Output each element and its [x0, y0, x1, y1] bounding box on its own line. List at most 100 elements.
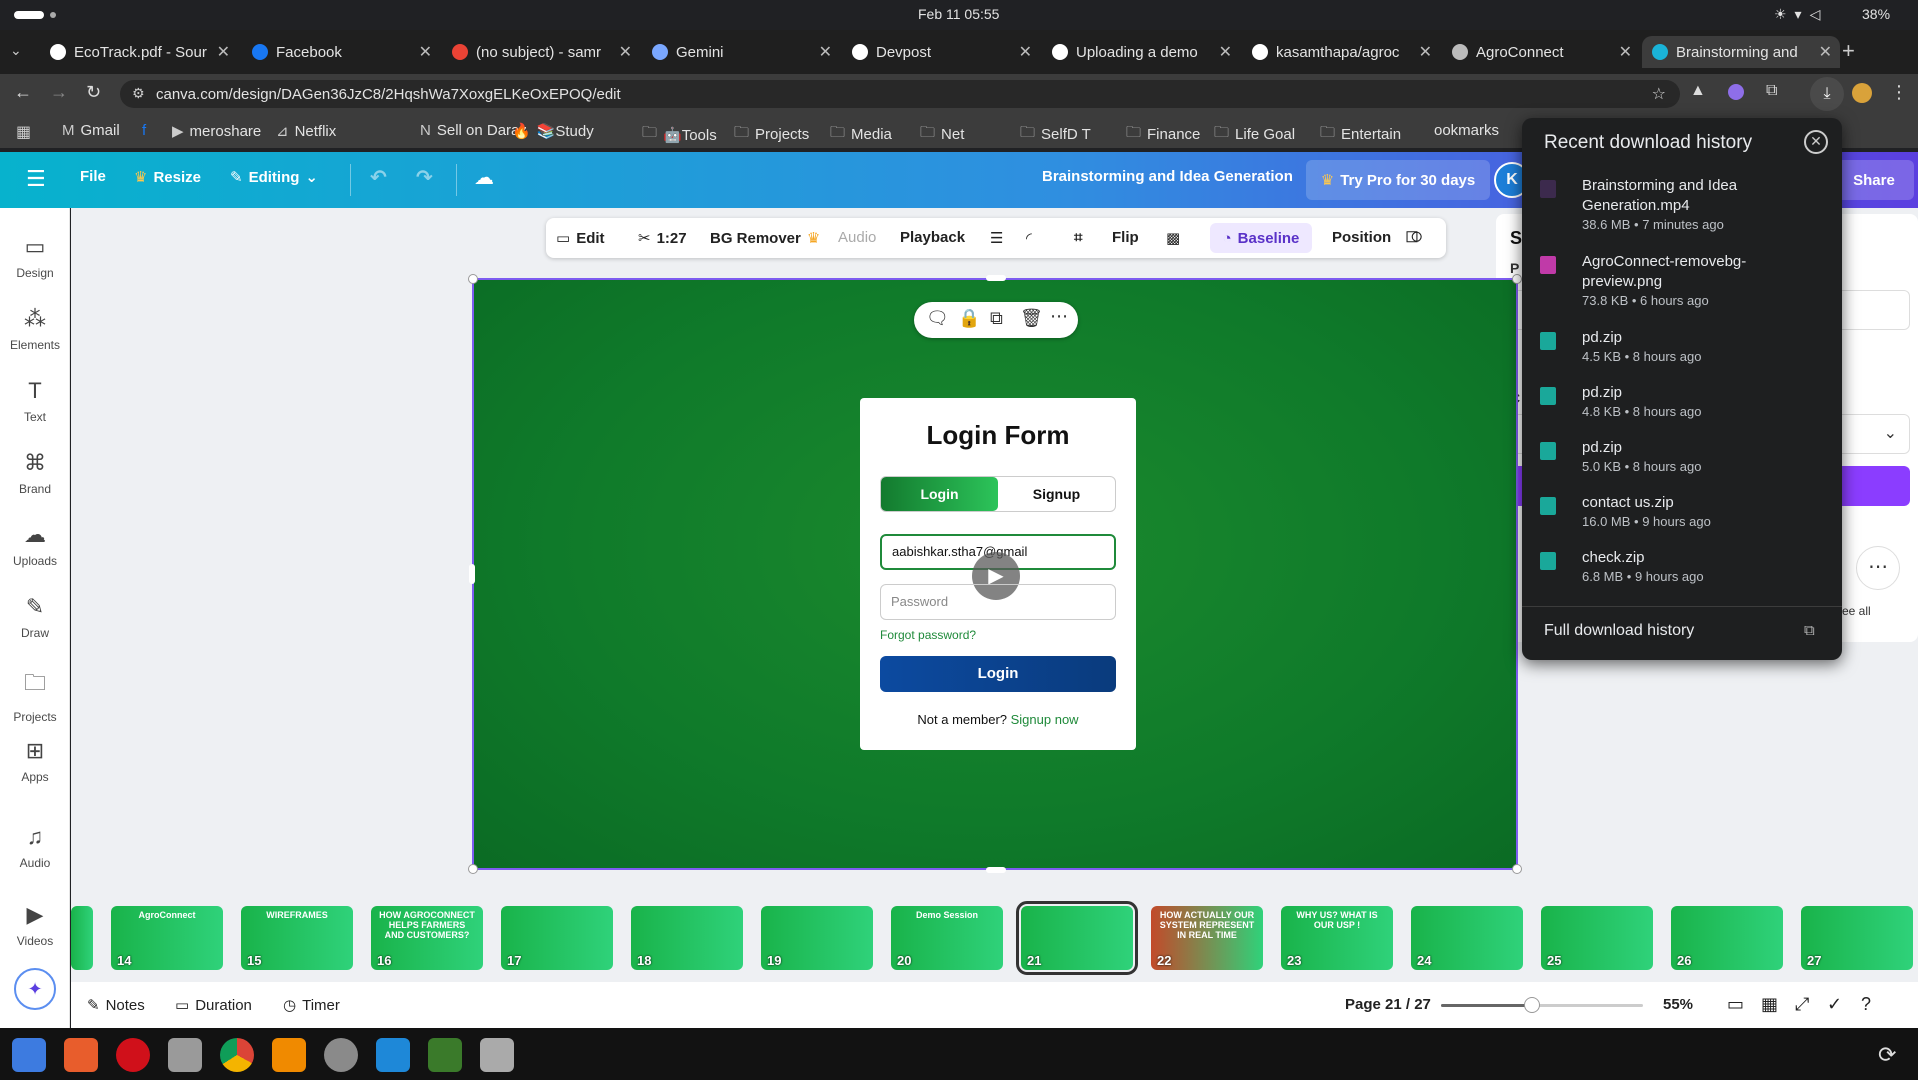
close-icon[interactable]: ✕	[1804, 130, 1828, 154]
download-item[interactable]: pd.zip 4.8 KB • 8 hours ago	[1540, 383, 1820, 421]
forgot-password-link[interactable]: Forgot password?	[880, 628, 976, 642]
facebook-bookmark[interactable]: f	[142, 122, 146, 139]
tab-3[interactable]: Gemini ✕	[642, 36, 840, 68]
profile-avatar[interactable]	[1852, 83, 1872, 103]
cloud-saved-icon[interactable]: ☁	[474, 165, 494, 190]
close-tab-icon[interactable]: ✕	[819, 42, 832, 62]
vscode-icon[interactable]	[376, 1038, 410, 1072]
download-item[interactable]: pd.zip 5.0 KB • 8 hours ago	[1540, 438, 1820, 476]
page-thumbnail[interactable]: WIREFRAMES 15	[241, 906, 353, 970]
page-thumbnail[interactable]: 21	[1016, 901, 1138, 975]
border-style-icon[interactable]: ☰	[990, 229, 1003, 247]
settings-icon[interactable]	[324, 1038, 358, 1072]
more-icon[interactable]: ⋯	[1050, 306, 1068, 327]
url-field[interactable]: ⚙ canva.com/design/DAGen36JzC8/2HqshWa7X…	[120, 80, 1680, 108]
bookmark-item[interactable]: ⊿ Netflix	[276, 122, 336, 141]
sidebar-item-design[interactable]: ▭ Design	[0, 234, 70, 280]
bookmark-item[interactable]: 🗀 SelfD T	[1020, 122, 1091, 147]
chrome-icon[interactable]	[220, 1038, 254, 1072]
file-menu[interactable]: File	[80, 168, 106, 185]
page-thumbnail[interactable]: 26	[1671, 906, 1783, 970]
comment-add-icon[interactable]: 🗨	[926, 308, 949, 329]
sidebar-item-elements[interactable]: ⁂ Elements	[0, 306, 70, 352]
sidebar-item-projects[interactable]: 🗀 Projects	[0, 666, 70, 724]
bg-remover-button[interactable]: BG Remover ♛	[710, 229, 820, 248]
zoom-slider[interactable]	[1441, 997, 1643, 1013]
tab-search-chevron-icon[interactable]: ⌄	[10, 42, 22, 59]
bookmark-item[interactable]: 🗀 Finance	[1126, 122, 1200, 147]
tab-1[interactable]: Facebook ✕	[242, 36, 440, 68]
crop-icon[interactable]: ⌗	[1074, 229, 1082, 246]
playback-button[interactable]: Playback	[900, 229, 965, 246]
lock-icon[interactable]: 🔒	[958, 308, 980, 329]
tab-0[interactable]: EcoTrack.pdf - Sour ✕	[40, 36, 238, 68]
close-tab-icon[interactable]: ✕	[217, 42, 230, 62]
new-tab-button[interactable]: +	[1842, 38, 1855, 64]
edit-button[interactable]: ▭ Edit	[556, 229, 605, 248]
magic-assistant-icon[interactable]: ✦	[14, 968, 56, 1010]
page-thumbnail-partial[interactable]	[71, 906, 93, 970]
audio-button[interactable]: Audio	[838, 229, 876, 246]
notes-button[interactable]: ✎ Notes	[87, 996, 145, 1015]
launcher-pill-icon[interactable]	[14, 11, 44, 19]
page-thumbnail[interactable]: 17	[501, 906, 613, 970]
sidebar-item-brand[interactable]: ⌘ Brand	[0, 450, 70, 496]
bookmark-item[interactable]: 🗀 Media	[830, 122, 892, 147]
full-download-history-link[interactable]: Full download history	[1544, 622, 1694, 640]
fullscreen-icon[interactable]: ⤢	[1795, 994, 1809, 1015]
resize-button[interactable]: ♛ Resize	[134, 168, 201, 187]
vlc-icon[interactable]	[272, 1038, 306, 1072]
more-options-icon[interactable]: ⋯	[1856, 546, 1900, 590]
extensions-puzzle-icon[interactable]: ⧉	[1766, 82, 1777, 100]
sidebar-item-draw[interactable]: ✎ Draw	[0, 594, 70, 640]
password-field[interactable]: Password	[880, 584, 1116, 620]
back-arrow-icon[interactable]: ←	[14, 82, 32, 103]
opera-icon[interactable]	[116, 1038, 150, 1072]
page-thumbnail[interactable]: HOW AGROCONNECT HELPS FARMERS AND CUSTOM…	[371, 906, 483, 970]
reload-icon[interactable]: ↻	[86, 82, 101, 103]
bookmark-item[interactable]: 🗀 Entertain	[1320, 122, 1401, 147]
timer-button[interactable]: ◷ Timer	[283, 996, 340, 1015]
help-icon[interactable]: ?	[1861, 994, 1871, 1015]
trim-button[interactable]: ✂ 1:27	[638, 229, 687, 248]
word-app-icon[interactable]	[12, 1038, 46, 1072]
page-thumbnail[interactable]: WHY US? WHAT IS OUR USP ! 23	[1281, 906, 1393, 970]
extension-circle-icon[interactable]	[1728, 84, 1744, 100]
bookmark-item[interactable]: 🗀 Projects	[734, 122, 809, 147]
duration-button[interactable]: ▭ Duration	[175, 996, 252, 1015]
forward-arrow-icon[interactable]: →	[50, 82, 68, 103]
recycle-icon[interactable]	[480, 1038, 514, 1072]
resize-handle[interactable]	[986, 867, 1006, 873]
browser-menu-icon[interactable]: ⋮	[1890, 82, 1908, 103]
page-thumbnail[interactable]: Demo Session 20	[891, 906, 1003, 970]
menu-hamburger-icon[interactable]: ☰	[26, 166, 46, 192]
page-view-icon[interactable]: ▭	[1727, 994, 1744, 1015]
bookmark-item[interactable]: ookmarks	[1434, 122, 1499, 139]
login-button[interactable]: Login	[880, 656, 1116, 692]
share-button[interactable]: Share	[1834, 160, 1914, 200]
site-info-icon[interactable]: ⚙	[132, 85, 145, 102]
tab-2[interactable]: (no subject) - samr ✕	[442, 36, 640, 68]
page-indicator[interactable]: Page 21 / 27	[1345, 996, 1431, 1013]
sidebar-item-videos[interactable]: ▶ Videos	[0, 902, 70, 948]
tab-5[interactable]: Uploading a demo ✕	[1042, 36, 1240, 68]
zoom-slider-knob[interactable]	[1523, 997, 1540, 1013]
page-thumbnail[interactable]: 18	[631, 906, 743, 970]
bookmark-item[interactable]: ▶ meroshare	[172, 122, 261, 141]
close-tab-icon[interactable]: ✕	[1419, 42, 1432, 62]
sidebar-item-apps[interactable]: ⊞ Apps	[0, 738, 70, 784]
resize-handle[interactable]	[986, 275, 1006, 281]
resize-handle[interactable]	[468, 864, 478, 874]
page-thumbnail[interactable]: 24	[1411, 906, 1523, 970]
close-tab-icon[interactable]: ✕	[1819, 42, 1832, 62]
tab-8[interactable]: Brainstorming and ✕	[1642, 36, 1840, 68]
bookmark-item[interactable]: 🗀 Life Goal	[1214, 122, 1295, 147]
page-thumbnail[interactable]: 27	[1801, 906, 1913, 970]
transparency-icon[interactable]: ▩	[1166, 229, 1180, 247]
flip-button[interactable]: Flip	[1112, 229, 1139, 246]
bookmark-item[interactable]: 🗀 🤖Tools	[642, 122, 717, 147]
store-app-icon[interactable]	[64, 1038, 98, 1072]
baseline-button[interactable]: ◔ Baseline	[1210, 223, 1312, 253]
tab-signup[interactable]: Signup	[998, 477, 1115, 511]
try-pro-button[interactable]: ♛ Try Pro for 30 days	[1306, 160, 1490, 200]
